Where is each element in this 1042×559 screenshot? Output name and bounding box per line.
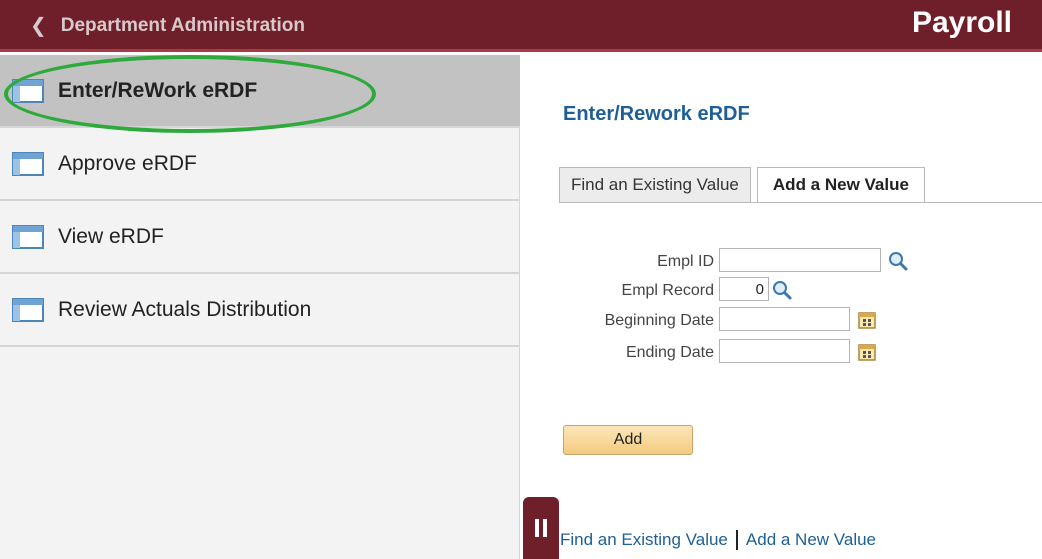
- beginning-date-label: Beginning Date: [604, 312, 714, 329]
- sidebar: Enter/ReWork eRDF Approve eRDF View eRDF…: [0, 55, 520, 559]
- page-icon: [12, 224, 44, 249]
- tab-add-new-value[interactable]: Add a New Value: [756, 167, 925, 203]
- sidebar-item-label: View eRDF: [58, 224, 164, 248]
- find-existing-value-link[interactable]: Find an Existing Value: [560, 530, 728, 550]
- main-panel: Enter/Rework eRDF Find an Existing Value…: [521, 55, 1042, 559]
- pause-icon: [535, 519, 547, 537]
- chevron-left-icon: ❮: [30, 15, 47, 37]
- add-button[interactable]: Add: [563, 425, 693, 455]
- back-link[interactable]: ❮ Department Administration: [30, 12, 305, 40]
- tab-divider: [559, 202, 1042, 203]
- footer-links: Find an Existing Value Add a New Value: [560, 528, 876, 552]
- ending-date-label: Ending Date: [625, 344, 714, 361]
- sidebar-item-label: Enter/ReWork eRDF: [58, 78, 258, 102]
- sidebar-item-label: Approve eRDF: [58, 151, 197, 175]
- calendar-icon[interactable]: [858, 311, 876, 329]
- magnifier-icon[interactable]: [771, 279, 793, 301]
- magnifier-icon[interactable]: [887, 250, 909, 272]
- sidebar-item-approve-erdf[interactable]: Approve eRDF: [0, 128, 520, 201]
- ending-date-input[interactable]: [719, 339, 850, 363]
- back-label: Department Administration: [60, 15, 305, 36]
- empl-id-input[interactable]: [719, 248, 881, 272]
- tab-bar: Find an Existing Value Add a New Value: [559, 167, 925, 203]
- link-separator: [735, 530, 738, 550]
- sidebar-item-view-erdf[interactable]: View eRDF: [0, 201, 520, 274]
- page-icon: [12, 151, 44, 176]
- sidebar-item-enter-rework-erdf[interactable]: Enter/ReWork eRDF: [0, 55, 520, 128]
- tab-find-existing-value[interactable]: Find an Existing Value: [559, 167, 751, 203]
- empl-id-label: Empl ID: [657, 253, 714, 270]
- header-bar: ❮ Department Administration Payroll: [0, 0, 1042, 52]
- app-title: Payroll: [911, 6, 1012, 39]
- sidebar-item-review-actuals-distribution[interactable]: Review Actuals Distribution: [0, 274, 520, 347]
- beginning-date-input[interactable]: [719, 307, 850, 331]
- page-title: Enter/Rework eRDF: [563, 103, 750, 125]
- empl-record-label: Empl Record: [621, 282, 714, 299]
- page-icon: [12, 297, 44, 322]
- sidebar-item-label: Review Actuals Distribution: [58, 297, 312, 321]
- empl-record-input[interactable]: [719, 277, 769, 301]
- page-icon: [12, 78, 44, 103]
- calendar-icon[interactable]: [858, 343, 876, 361]
- collapse-sidebar-button[interactable]: [523, 497, 559, 559]
- add-new-value-link[interactable]: Add a New Value: [746, 530, 876, 550]
